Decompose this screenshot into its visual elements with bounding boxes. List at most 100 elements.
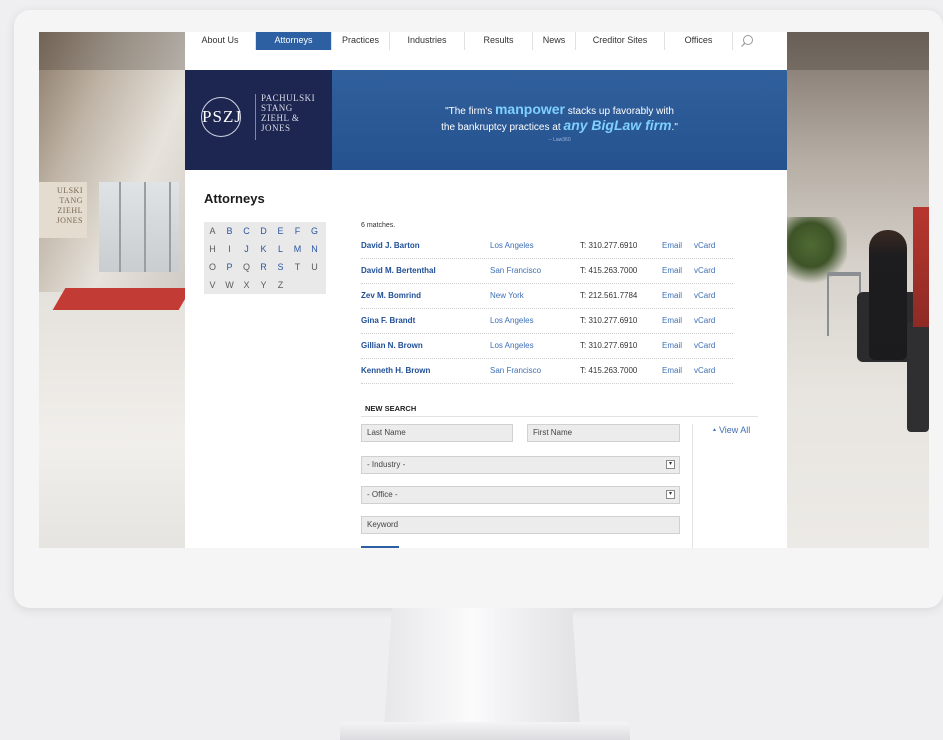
alphabet-letter-l[interactable]: L xyxy=(272,240,289,258)
nav-item-creditor-sites[interactable]: Creditor Sites xyxy=(576,32,665,50)
alphabet-letter-v[interactable]: V xyxy=(204,276,221,294)
alphabet-letter-t[interactable]: T xyxy=(289,258,306,276)
background-right-photo xyxy=(787,32,929,548)
vcard-link[interactable]: vCard xyxy=(694,284,715,308)
alphabet-letter-o[interactable]: O xyxy=(204,258,221,276)
nav-item-about-us[interactable]: About Us xyxy=(185,32,256,50)
alphabet-letter-n[interactable]: N xyxy=(306,240,323,258)
industry-select[interactable]: - Industry - ▾ xyxy=(361,456,680,474)
email-link[interactable]: Email xyxy=(662,284,682,308)
email-link[interactable]: Email xyxy=(662,334,682,358)
alphabet-letter-j[interactable]: J xyxy=(238,240,255,258)
background-left-photo: ULSKI TANG ZIEHL JONES xyxy=(39,32,192,548)
quote-text: "The firm's xyxy=(445,106,495,117)
vcard-link[interactable]: vCard xyxy=(694,309,715,333)
alphabet-letter-x[interactable]: X xyxy=(238,276,255,294)
office-link[interactable]: New York xyxy=(490,284,524,308)
vcard-link[interactable]: vCard xyxy=(694,234,715,258)
attorney-name-link[interactable]: Kenneth H. Brown xyxy=(361,359,430,383)
alphabet-letter-i[interactable]: I xyxy=(221,240,238,258)
alphabet-letter-k[interactable]: K xyxy=(255,240,272,258)
background-window xyxy=(99,182,179,272)
attorney-name-link[interactable]: David M. Bertenthal xyxy=(361,259,436,283)
background-red-carpet xyxy=(52,288,192,310)
alphabet-letter-q[interactable]: Q xyxy=(238,258,255,276)
monitor-stand xyxy=(384,608,580,728)
nav-item-news[interactable]: News xyxy=(533,32,576,50)
new-search-title: NEW SEARCH xyxy=(365,404,417,413)
vcard-link[interactable]: vCard xyxy=(694,359,715,383)
background-floor xyxy=(39,292,185,548)
alphabet-letter-m[interactable]: M xyxy=(289,240,306,258)
nav-item-practices[interactable]: Practices xyxy=(332,32,390,50)
logo-divider xyxy=(255,94,256,140)
logo-name-line: JONES xyxy=(261,123,291,133)
alphabet-letter-p[interactable]: P xyxy=(221,258,238,276)
nav-item-offices[interactable]: Offices xyxy=(665,32,733,50)
quote-text: stacks up favorably with xyxy=(565,106,674,117)
alphabet-letter-g[interactable]: G xyxy=(306,222,323,240)
office-select[interactable]: - Office - ▾ xyxy=(361,486,680,504)
quote-text: the bankruptcy practices at xyxy=(441,122,564,133)
background-chair-side xyxy=(907,322,929,432)
alphabet-letter-a[interactable]: A xyxy=(204,222,221,240)
alphabet-letter-z[interactable]: Z xyxy=(272,276,289,294)
last-name-field[interactable]: Last Name xyxy=(361,424,513,442)
alphabet-letter-e[interactable]: E xyxy=(272,222,289,240)
results-list: David J. Barton Los Angeles T: 310.277.691… xyxy=(361,234,733,384)
attorney-row: Gina F. Brandt Los Angeles T: 310.277.6910… xyxy=(361,309,733,334)
alphabet-letter-u[interactable]: U xyxy=(306,258,323,276)
sign-line: TANG xyxy=(59,196,83,205)
quote-attribution: -- Law360 xyxy=(548,137,571,143)
alphabet-letter-c[interactable]: C xyxy=(238,222,255,240)
keyword-field[interactable]: Keyword xyxy=(361,516,680,534)
search-submit-button[interactable] xyxy=(361,546,399,548)
alphabet-letter-y[interactable]: Y xyxy=(255,276,272,294)
office-link[interactable]: San Francisco xyxy=(490,359,541,383)
alphabet-letter-d[interactable]: D xyxy=(255,222,272,240)
email-link[interactable]: Email xyxy=(662,259,682,283)
page-title: Attorneys xyxy=(204,191,265,206)
attorney-name-link[interactable]: David J. Barton xyxy=(361,234,420,258)
alphabet-letter-f[interactable]: F xyxy=(289,222,306,240)
alphabet-letter-s[interactable]: S xyxy=(272,258,289,276)
vcard-link[interactable]: vCard xyxy=(694,259,715,283)
web-page: About Us Attorneys Practices Industries … xyxy=(185,32,787,548)
quote-text: ." xyxy=(671,122,678,133)
attorney-name-link[interactable]: Gina F. Brandt xyxy=(361,309,415,333)
logo-name-line: ZIEHL & xyxy=(261,113,300,123)
firm-logo[interactable]: PSZJ PACHULSKI STANG ZIEHL & JONES xyxy=(185,70,332,170)
office-link[interactable]: Los Angeles xyxy=(490,334,534,358)
nav-search-button[interactable] xyxy=(733,32,761,50)
phone-number: T: 310.277.6910 xyxy=(580,241,638,250)
alphabet-letter-h[interactable]: H xyxy=(204,240,221,258)
match-count: 6 matches. xyxy=(361,222,396,229)
screen: ULSKI TANG ZIEHL JONES About Us Attorney… xyxy=(39,32,929,548)
divider xyxy=(361,416,758,417)
logo-name-line: STANG xyxy=(261,103,293,113)
search-icon xyxy=(741,35,753,47)
dropdown-arrow-icon: ▾ xyxy=(666,460,675,469)
nav-item-results[interactable]: Results xyxy=(465,32,533,50)
nav-item-attorneys[interactable]: Attorneys xyxy=(256,32,332,50)
nav-item-industries[interactable]: Industries xyxy=(390,32,465,50)
view-all-link[interactable]: ▲ View All xyxy=(712,425,750,435)
industry-select-value: - Industry - xyxy=(367,460,406,469)
quote-banner: "The firm's manpower stacks up favorably… xyxy=(332,70,787,170)
alphabet-letter-w[interactable]: W xyxy=(221,276,238,294)
attorney-name-link[interactable]: Zev M. Bomrind xyxy=(361,284,421,308)
first-name-field[interactable]: First Name xyxy=(527,424,680,442)
email-link[interactable]: Email xyxy=(662,234,682,258)
office-link[interactable]: San Francisco xyxy=(490,259,541,283)
attorney-name-link[interactable]: Gillian N. Brown xyxy=(361,334,423,358)
background-table xyxy=(827,272,861,336)
alphabet-letter-r[interactable]: R xyxy=(255,258,272,276)
alphabet-letter-b[interactable]: B xyxy=(221,222,238,240)
triangle-icon: ▲ xyxy=(712,427,717,433)
email-link[interactable]: Email xyxy=(662,309,682,333)
office-link[interactable]: Los Angeles xyxy=(490,234,534,258)
vcard-link[interactable]: vCard xyxy=(694,334,715,358)
email-link[interactable]: Email xyxy=(662,359,682,383)
background-wall-sign: ULSKI TANG ZIEHL JONES xyxy=(39,182,87,238)
office-link[interactable]: Los Angeles xyxy=(490,309,534,333)
